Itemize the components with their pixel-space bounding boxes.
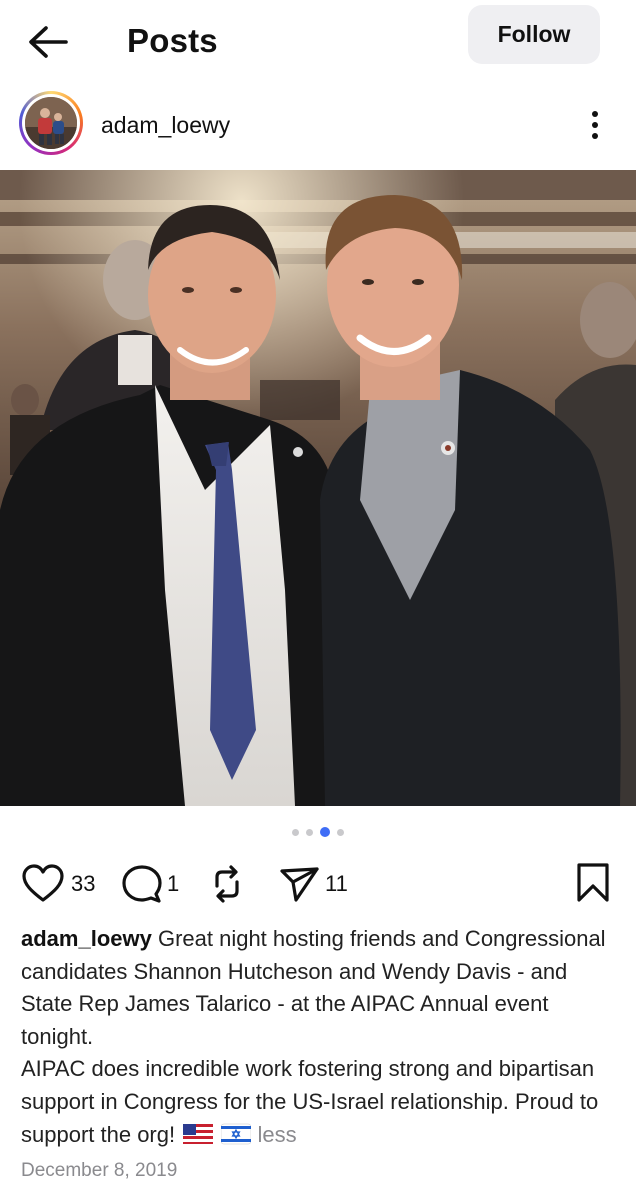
bookmark-icon: [577, 863, 609, 902]
avatar[interactable]: [19, 91, 83, 155]
comment-button[interactable]: 1: [121, 858, 179, 910]
carousel-dot: [306, 828, 313, 836]
heart-icon: [22, 864, 64, 902]
post-date: December 8, 2019: [21, 1160, 178, 1181]
carousel-indicator: [0, 826, 636, 838]
author-username[interactable]: adam_loewy: [101, 112, 230, 139]
us-flag-icon: [183, 1122, 214, 1155]
caption-text-2: AIPAC does incredible work fostering str…: [21, 1056, 599, 1147]
page-title: Posts: [127, 22, 218, 59]
carousel-dot-active: [320, 827, 330, 837]
like-button[interactable]: 33: [21, 858, 95, 910]
comment-icon: [122, 865, 162, 903]
caption-author[interactable]: adam_loewy: [21, 926, 152, 951]
repost-icon: [215, 865, 239, 903]
top-bar: Posts Follow: [0, 0, 636, 86]
back-arrow-icon[interactable]: [26, 22, 70, 62]
post-photo[interactable]: [0, 170, 636, 806]
save-button[interactable]: [575, 862, 611, 904]
repost-button[interactable]: [205, 858, 249, 910]
follow-button[interactable]: Follow: [468, 5, 600, 64]
carousel-dot: [292, 828, 299, 836]
post-actions-bar: 33 1 11: [0, 858, 636, 910]
collapse-caption-link[interactable]: less: [257, 1122, 296, 1147]
post-caption: adam_loewy Great night hosting friends a…: [21, 923, 621, 1154]
share-button[interactable]: 11: [279, 858, 348, 910]
like-count: 33: [71, 871, 96, 896]
israel-flag-icon: [220, 1122, 252, 1155]
more-options-icon[interactable]: [580, 108, 610, 142]
avatar-photo: [25, 97, 77, 149]
carousel-dot: [337, 828, 344, 836]
post-author-row: adam_loewy: [0, 88, 636, 164]
send-icon: [280, 867, 319, 902]
share-count: 11: [325, 871, 348, 896]
comment-count: 1: [167, 871, 180, 896]
